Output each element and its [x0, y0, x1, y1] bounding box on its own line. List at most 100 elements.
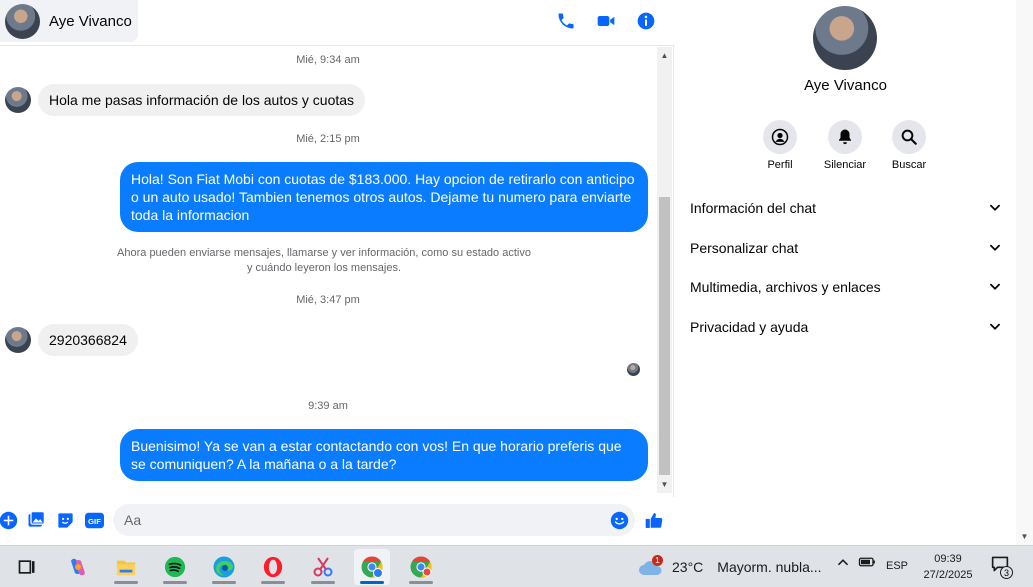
timestamp: Mié, 3:47 pm — [296, 294, 360, 306]
outgoing-message-bubble[interactable]: Buenisimo! Ya se van a estar contactando… — [120, 429, 648, 481]
conversation-info-button[interactable] — [633, 8, 659, 34]
emoji-button[interactable] — [609, 510, 629, 530]
section-privacy-support[interactable]: Privacidad y ayuda — [690, 311, 1002, 343]
notice-line: Ahora pueden enviarse mensajes, llamarse… — [117, 247, 531, 259]
notification-count: 3 — [1000, 566, 1013, 579]
clock-time: 09:39 — [934, 553, 962, 565]
avatar[interactable] — [5, 87, 31, 113]
edge-icon — [213, 556, 235, 578]
incoming-message-bubble[interactable]: Hola me pasas información de los autos y… — [38, 84, 366, 116]
scroll-down-arrow-icon[interactable]: ▼ — [1016, 529, 1033, 543]
window-scrollbar[interactable]: ▼ — [1016, 0, 1033, 545]
section-media-files-links[interactable]: Multimedia, archivos y enlaces — [690, 271, 1002, 303]
notice-line: y cuándo leyeron los mensajes. — [246, 262, 402, 274]
section-customize-chat[interactable]: Personalizar chat — [690, 232, 1002, 264]
outgoing-message-bubble[interactable]: Hola! Son Fiat Mobi con cuotas de $183.0… — [120, 162, 648, 232]
mute-button[interactable]: Silenciar — [815, 120, 875, 171]
video-camera-icon — [597, 16, 615, 26]
message-composer: GIF — [0, 497, 674, 545]
send-like-button[interactable] — [644, 510, 664, 530]
scroll-thumb[interactable] — [659, 197, 670, 475]
action-label: Perfil — [767, 159, 793, 171]
profile-icon — [763, 120, 797, 154]
notification-center-button[interactable]: 3 — [990, 555, 1016, 579]
avatar[interactable] — [813, 6, 877, 70]
message-scrollbar[interactable]: ▲ ▼ — [657, 47, 672, 493]
chevron-down-icon — [990, 204, 1000, 211]
input-language[interactable]: ESP — [886, 560, 908, 572]
message-input[interactable] — [113, 504, 635, 536]
battery-icon — [858, 557, 875, 567]
section-chat-info[interactable]: Información del chat — [690, 192, 1002, 224]
timestamp: Mié, 2:15 pm — [296, 133, 360, 145]
copilot-icon — [71, 558, 85, 576]
chevron-down-icon — [990, 244, 1000, 251]
search-icon — [892, 120, 926, 154]
info-icon — [637, 12, 655, 30]
taskbar: 1 23°C Mayorm. nubla... ESP 09:39 27/2/2… — [0, 545, 1033, 587]
action-label: Silenciar — [823, 159, 867, 171]
conversation-details-pane: Aye Vivanco Perfil Silenciar Buscar Info… — [675, 0, 1016, 545]
task-view-icon — [18, 560, 35, 574]
clock-date: 27/2/2025 — [923, 569, 973, 581]
incoming-message-row: Hola me pasas información de los autos y… — [5, 84, 366, 116]
search-in-conversation-button[interactable]: Buscar — [879, 120, 939, 171]
opera-button[interactable] — [255, 549, 291, 585]
section-label: Privacidad y ayuda — [690, 319, 809, 335]
snip-icon — [313, 557, 333, 577]
weather-widget[interactable]: 1 23°C Mayorm. nubla... — [638, 551, 822, 583]
image-icon — [28, 511, 45, 527]
chrome-profile-icon — [361, 556, 383, 578]
sticker-button[interactable] — [55, 510, 75, 530]
chrome-profile-button[interactable] — [354, 549, 390, 585]
edge-button[interactable] — [206, 549, 242, 585]
plus-icon — [0, 511, 17, 529]
file-explorer-button[interactable] — [108, 549, 144, 585]
gif-icon: GIF — [84, 512, 104, 528]
sticker-icon — [57, 512, 73, 528]
timestamp: 9:39 am — [308, 400, 348, 412]
more-actions-button[interactable] — [0, 510, 18, 530]
video-call-button[interactable] — [593, 8, 619, 34]
bell-icon — [828, 120, 862, 154]
scroll-down-arrow-icon[interactable]: ▼ — [657, 476, 672, 493]
chrome-button[interactable] — [403, 549, 439, 585]
privacy-notice: Ahora pueden enviarse mensajes, llamarse… — [100, 246, 548, 276]
show-hidden-icons-button[interactable] — [836, 555, 850, 569]
audio-call-button[interactable] — [553, 8, 579, 34]
snipping-tool-button[interactable] — [305, 549, 341, 585]
spotify-button[interactable] — [157, 549, 193, 585]
chat-header: Aye Vivanco — [0, 0, 674, 46]
avatar[interactable] — [5, 3, 40, 39]
clock[interactable]: 09:39 27/2/2025 — [916, 551, 980, 583]
task-view-button[interactable] — [9, 549, 45, 585]
chat-pane: Aye Vivanco Mié, 9:34 am Hola me pasas i… — [0, 0, 674, 545]
profile-button[interactable]: Perfil — [750, 120, 810, 171]
phone-icon — [558, 13, 574, 29]
like-icon — [645, 512, 663, 528]
emoji-icon — [610, 511, 628, 529]
chrome-icon — [410, 556, 432, 578]
contact-chip[interactable]: Aye Vivanco — [0, 0, 138, 42]
battery-button[interactable] — [858, 555, 876, 569]
contact-name[interactable]: Aye Vivanco — [49, 13, 132, 30]
copilot-button[interactable] — [60, 549, 96, 585]
file-explorer-icon — [116, 560, 136, 576]
incoming-message-row: 2920366824 — [5, 324, 138, 356]
chevron-up-icon — [838, 559, 848, 566]
incoming-message-bubble[interactable]: 2920366824 — [38, 324, 138, 356]
opera-icon — [263, 556, 283, 578]
timestamp: Mié, 9:34 am — [296, 54, 360, 66]
weather-description: Mayorm. nubla... — [717, 559, 822, 575]
action-label: Buscar — [891, 159, 927, 171]
message-list[interactable]: Mié, 9:34 am Hola me pasas información d… — [0, 47, 656, 493]
attach-image-button[interactable] — [26, 510, 46, 530]
scroll-up-arrow-icon[interactable]: ▲ — [657, 47, 672, 64]
gif-button[interactable]: GIF — [83, 510, 105, 530]
avatar[interactable] — [5, 327, 31, 353]
details-contact-name: Aye Vivanco — [804, 77, 887, 94]
svg-text:GIF: GIF — [88, 516, 101, 525]
section-label: Multimedia, archivos y enlaces — [690, 279, 881, 295]
weather-notification-badge: 1 — [652, 555, 663, 566]
weather-temperature: 23°C — [672, 559, 704, 575]
